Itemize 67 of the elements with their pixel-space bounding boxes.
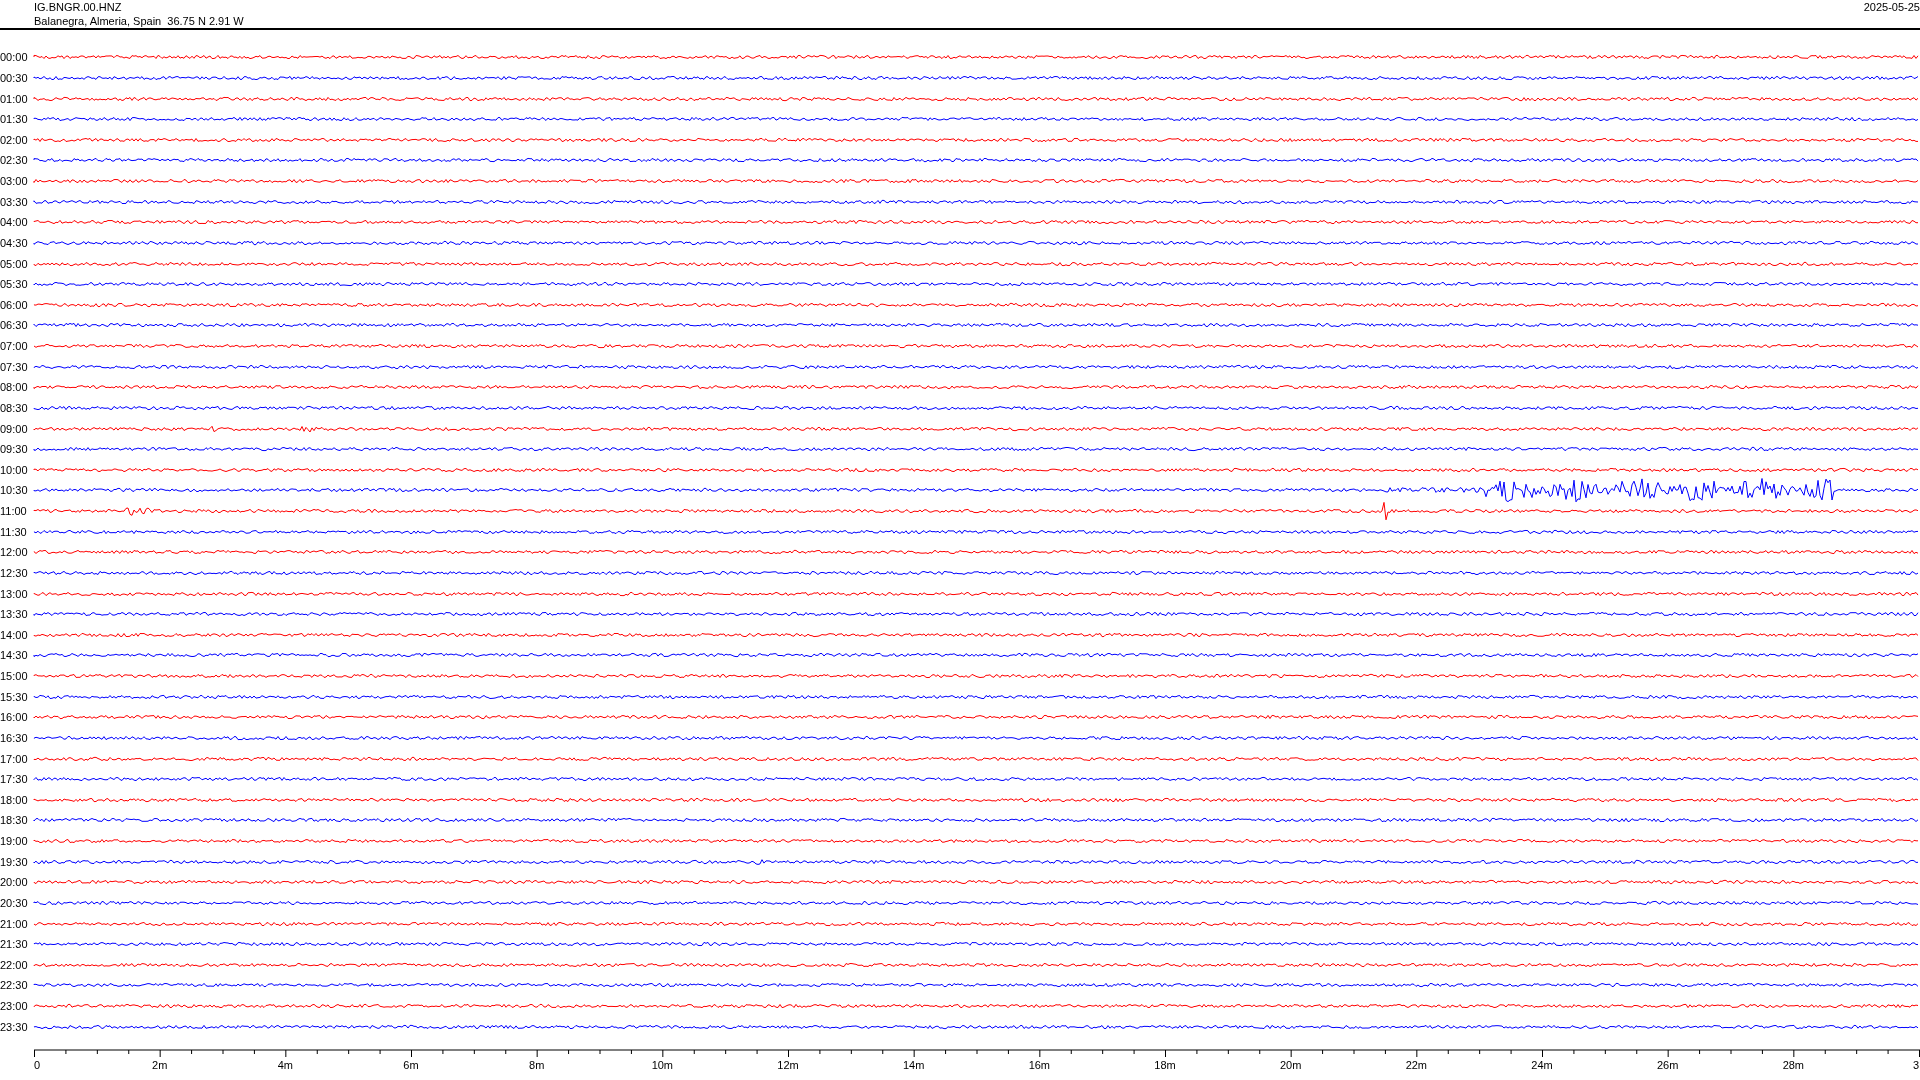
- time-label: 07:30: [0, 360, 29, 373]
- time-label: 21:30: [0, 938, 29, 951]
- time-label: 23:30: [0, 1020, 29, 1033]
- time-label: 10:30: [0, 484, 29, 497]
- station-code: IG.BNGR.00.HNZ: [34, 0, 123, 14]
- time-label: 10:00: [0, 463, 29, 476]
- station-location: Balanegra, Almeria, Spain 36.75 N 2.91 W: [34, 14, 244, 28]
- time-label: 19:30: [0, 855, 29, 868]
- time-label: 22:30: [0, 979, 29, 992]
- time-label: 07:00: [0, 340, 29, 353]
- axis-label: 4m: [277, 1059, 293, 1071]
- time-label: 05:30: [0, 278, 29, 291]
- time-label: 00:30: [0, 71, 29, 84]
- axis-label: 3: [1912, 1059, 1919, 1071]
- axis-label: 0: [34, 1059, 41, 1071]
- time-label: 11:00: [0, 505, 28, 518]
- axis-label: 16m: [1028, 1059, 1051, 1071]
- time-label: 16:00: [0, 711, 29, 724]
- plot-date: 2025-05-25: [1863, 0, 1920, 15]
- time-label: 02:30: [0, 154, 29, 167]
- time-label: 04:30: [0, 236, 29, 249]
- axis-label: 2m: [152, 1059, 168, 1071]
- time-label: 18:30: [0, 814, 29, 827]
- time-label: 02:00: [0, 133, 29, 146]
- time-label: 08:30: [0, 401, 29, 414]
- time-label: 23:00: [0, 1000, 29, 1013]
- time-label: 05:00: [0, 257, 29, 270]
- time-label: 17:00: [0, 752, 29, 765]
- axis-label: 20m: [1279, 1059, 1302, 1071]
- time-label: 15:00: [0, 670, 29, 683]
- axis-label: 10m: [651, 1059, 674, 1071]
- time-label: 17:30: [0, 773, 29, 786]
- time-label: 12:30: [0, 566, 29, 579]
- time-label: 21:00: [0, 917, 29, 930]
- time-label: 01:00: [0, 92, 29, 105]
- time-label: 01:30: [0, 113, 29, 126]
- time-label: 18:00: [0, 793, 29, 806]
- time-label: 14:00: [0, 628, 29, 641]
- axis-label: 26m: [1656, 1059, 1679, 1071]
- time-label: 06:30: [0, 319, 29, 332]
- time-label: 12:00: [0, 546, 29, 559]
- axis-label: 8m: [529, 1059, 545, 1071]
- time-label: 14:30: [0, 649, 29, 662]
- time-label: 15:30: [0, 690, 29, 703]
- time-label: 20:30: [0, 896, 29, 909]
- time-label: 13:00: [0, 587, 29, 600]
- time-label: 13:30: [0, 608, 29, 621]
- time-label: 11:30: [0, 525, 28, 538]
- time-label: 04:00: [0, 216, 29, 229]
- axis-label: 24m: [1531, 1059, 1553, 1071]
- time-label: 03:30: [0, 195, 29, 208]
- time-label: 16:30: [0, 731, 29, 744]
- axis-label: 28m: [1782, 1059, 1805, 1071]
- time-label: 08:00: [0, 381, 29, 394]
- axis-label: 6m: [403, 1059, 419, 1071]
- axis-label: 12m: [777, 1059, 799, 1071]
- time-label: 22:00: [0, 958, 29, 971]
- axis-label: 22m: [1405, 1059, 1428, 1071]
- time-label: 09:30: [0, 443, 29, 456]
- time-label: 19:00: [0, 835, 29, 848]
- time-label: 09:00: [0, 422, 29, 435]
- axis-label: 18m: [1154, 1059, 1176, 1071]
- axis-label: 14m: [902, 1059, 925, 1071]
- time-label: 06:00: [0, 298, 29, 311]
- time-label: 03:00: [0, 175, 29, 188]
- time-label: 00:00: [0, 51, 29, 64]
- time-label: 20:00: [0, 876, 29, 889]
